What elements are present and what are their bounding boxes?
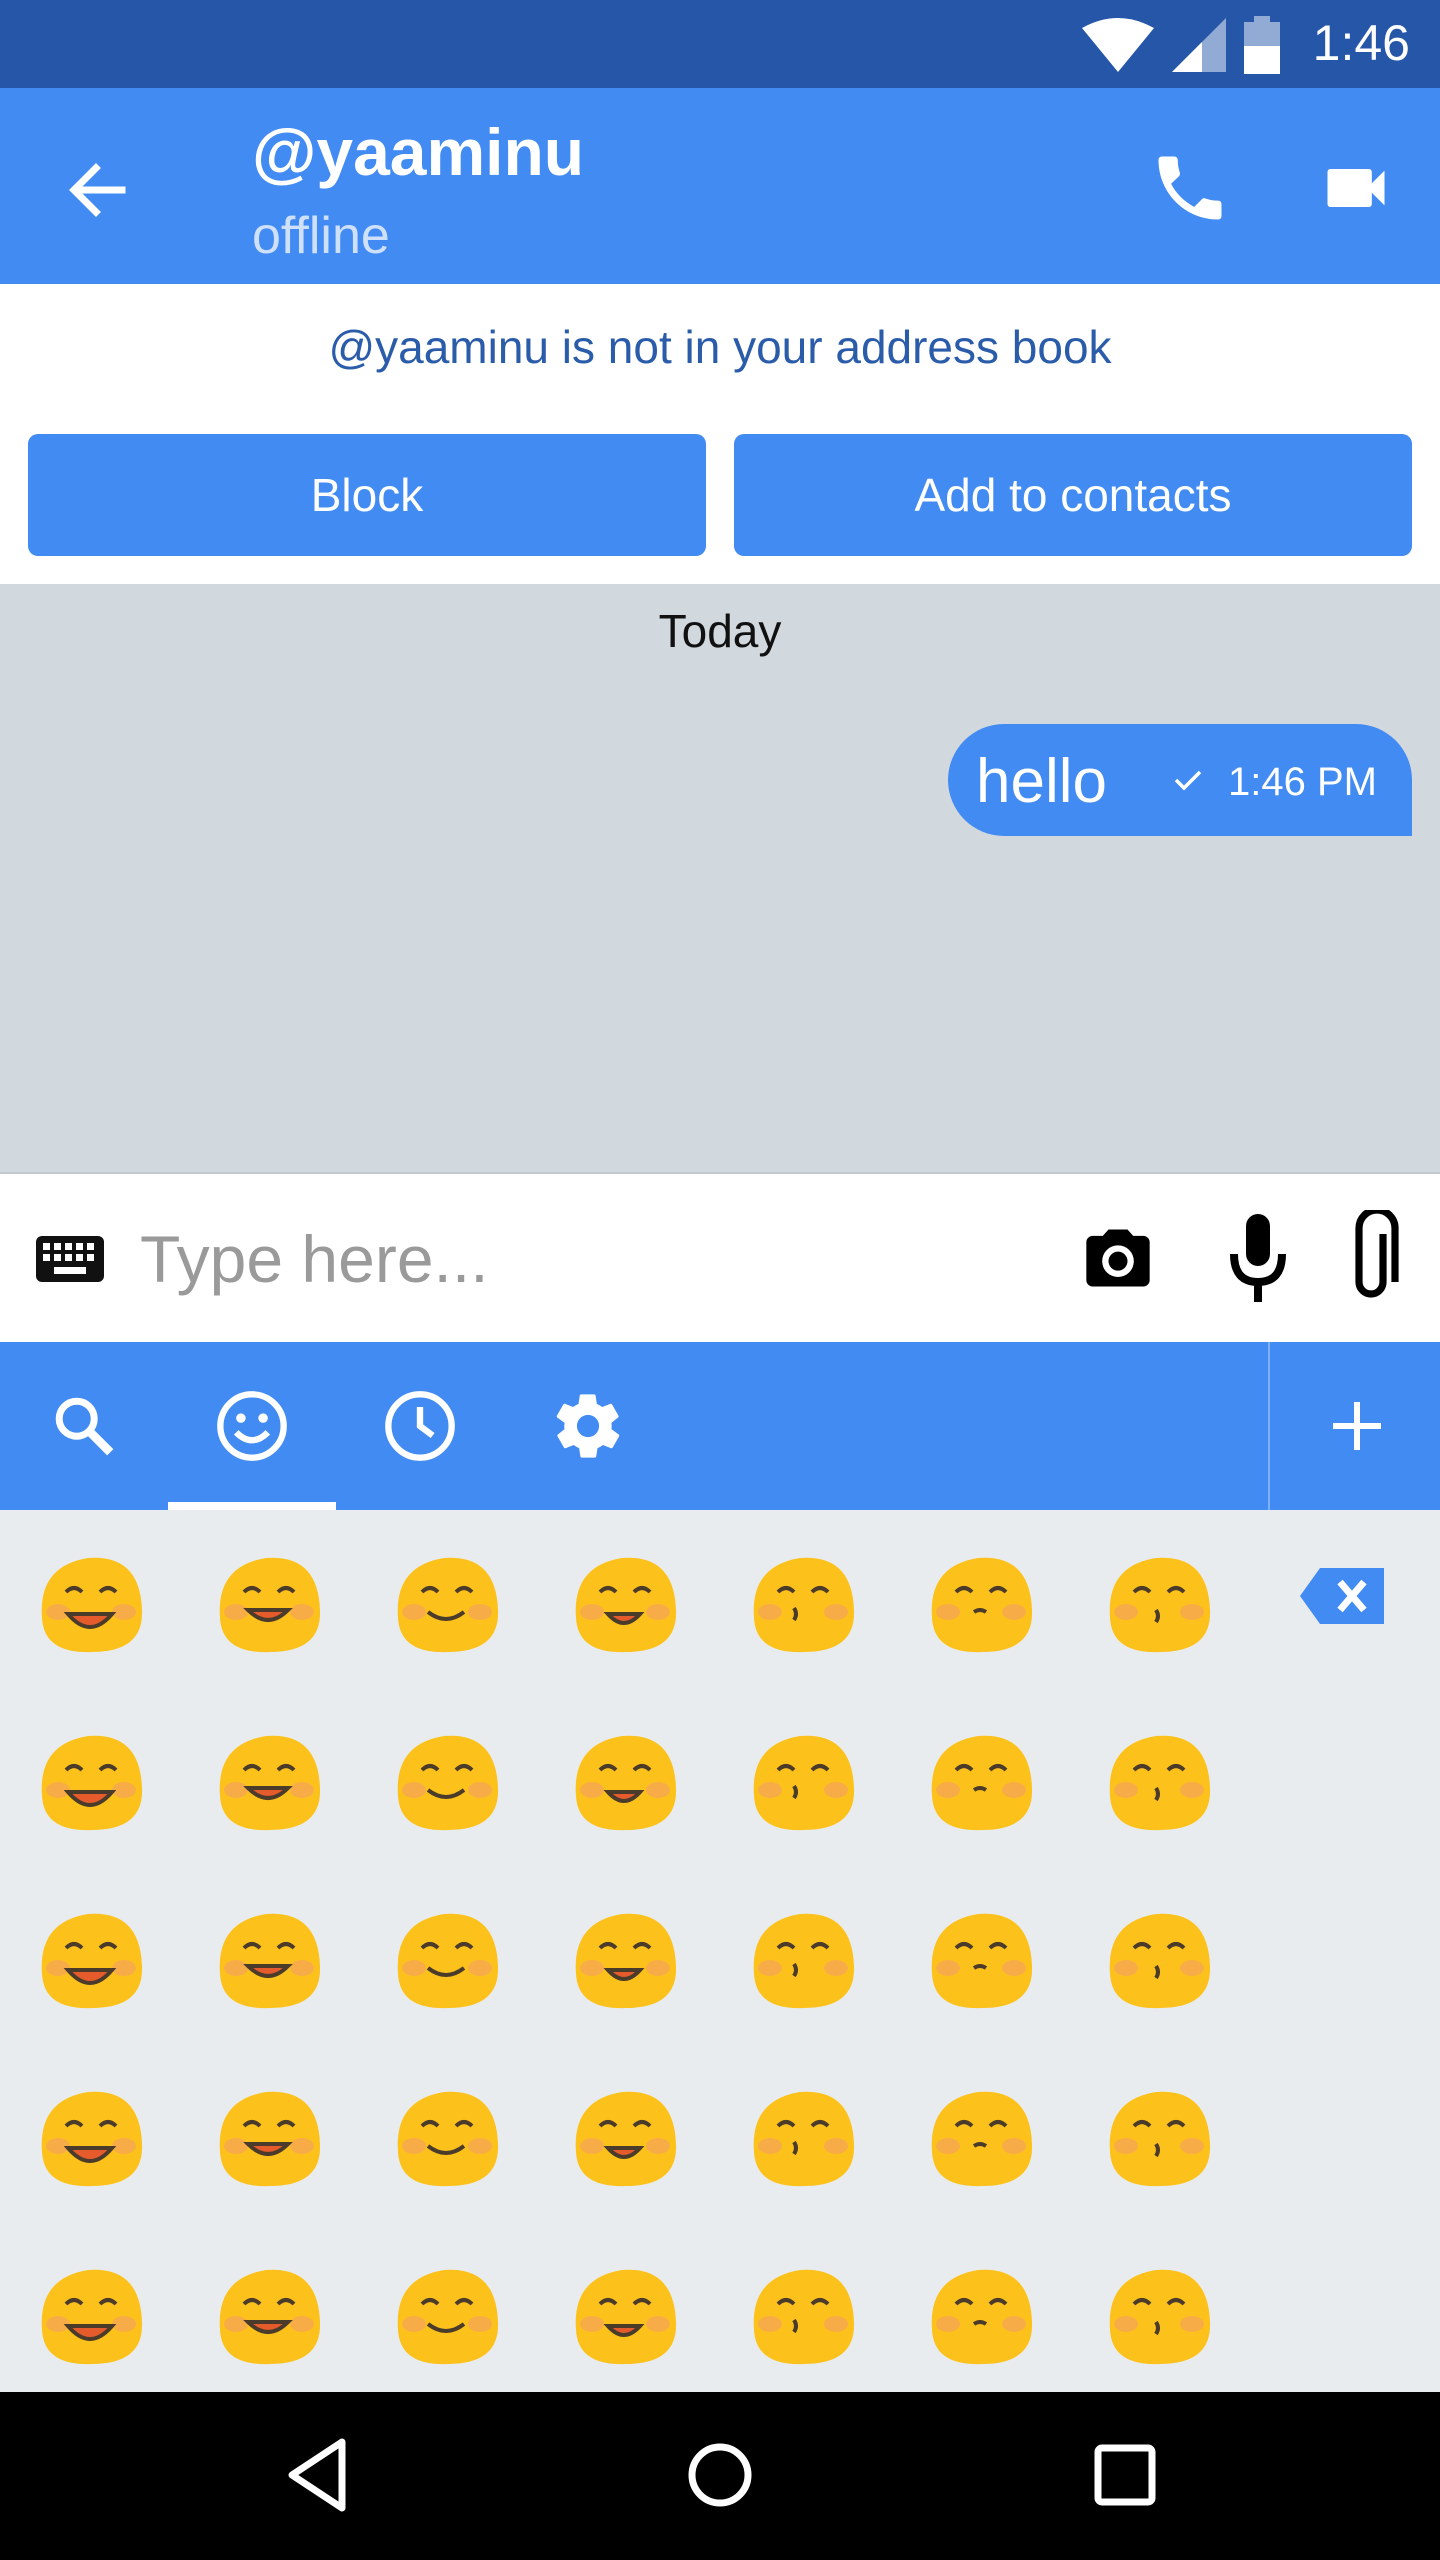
emoji-grid (0, 1510, 1440, 2392)
toolbar-divider (1268, 1342, 1270, 1510)
battery-icon (1244, 16, 1280, 74)
search-icon (55, 1397, 114, 1456)
kissing-closed-eyes-face[interactable] (920, 1548, 1040, 1658)
frowning-face[interactable] (920, 2260, 1040, 2370)
clock: 1:46 (1312, 15, 1410, 71)
fearful-face[interactable] (564, 1904, 684, 2014)
yum-face[interactable] (1098, 2082, 1218, 2192)
unamused-face[interactable] (742, 1726, 862, 1836)
disappointed-face[interactable] (920, 1726, 1040, 1836)
add-emoji-button[interactable] (1274, 1342, 1440, 1510)
wifi-icon (1082, 18, 1154, 72)
backspace-icon[interactable] (1298, 1564, 1388, 1628)
sunglasses-face[interactable] (208, 2260, 328, 2370)
camera-icon[interactable] (1080, 1220, 1156, 1296)
tired-face[interactable] (1098, 1904, 1218, 2014)
heart-eyes-face[interactable] (564, 1548, 684, 1658)
add-to-contacts-button[interactable]: Add to contacts (734, 434, 1412, 556)
app-bar: @yaaminu offline (0, 88, 1440, 284)
keyboard-icon[interactable] (34, 1222, 106, 1294)
contact-name: @yaaminu (252, 115, 585, 189)
gear-icon (556, 1394, 620, 1458)
smiley-icon (217, 1391, 287, 1461)
angry-face[interactable] (386, 2082, 506, 2192)
block-button[interactable]: Block (28, 434, 706, 556)
status-bar: 1:46 (0, 0, 1440, 88)
sweat-face[interactable] (742, 1904, 862, 2014)
date-divider: Today (658, 605, 782, 657)
nav-back-icon[interactable] (272, 2430, 362, 2520)
winking-tongue-face[interactable] (920, 2082, 1040, 2192)
notice-message: @yaaminu is not in your address book (328, 321, 1112, 373)
signal-icon (1172, 18, 1226, 72)
tab-smileys[interactable] (168, 1342, 336, 1510)
plus-icon (1333, 1402, 1381, 1450)
unknown-contact-notice: @yaaminu is not in your address book Blo… (0, 284, 1440, 584)
outgoing-message-bubble[interactable]: hello 1:46 PM (948, 724, 1412, 836)
mask-face[interactable] (30, 2260, 150, 2370)
message-input[interactable] (140, 1214, 1020, 1304)
clock-icon (385, 1391, 455, 1461)
contact-status: offline (252, 207, 390, 265)
tab-search[interactable] (0, 1342, 168, 1510)
kissing-heart-face[interactable] (742, 1548, 862, 1658)
worried-face[interactable] (920, 1904, 1040, 2014)
sad-sweat-face[interactable] (386, 1904, 506, 2014)
message-list[interactable]: Today hello 1:46 PM (0, 584, 1440, 1174)
video-camera-icon[interactable] (1318, 150, 1394, 226)
screaming-face[interactable] (208, 2082, 328, 2192)
sent-check-icon (1174, 770, 1202, 791)
smiling-face[interactable] (208, 1548, 328, 1658)
laughing-face[interactable] (30, 1548, 150, 1658)
dizzy-face[interactable] (564, 2260, 684, 2370)
attachment-icon[interactable] (1340, 1210, 1402, 1306)
message-text: hello (976, 747, 1107, 816)
relieved-face[interactable] (208, 1726, 328, 1836)
message-time: 1:46 PM (1228, 760, 1377, 804)
tab-settings[interactable] (504, 1342, 672, 1510)
anguished-face[interactable] (1098, 2260, 1218, 2370)
back-arrow-icon[interactable] (58, 150, 138, 230)
tongue-face[interactable] (30, 1726, 150, 1836)
message-composer (0, 1174, 1440, 1342)
cold-sweat-face[interactable] (30, 2082, 150, 2192)
persevering-face[interactable] (1098, 1726, 1218, 1836)
open-mouth-face[interactable] (742, 2260, 862, 2370)
joy-tears-face[interactable] (208, 1904, 328, 2014)
emoji-toolbar (0, 1342, 1440, 1510)
blushing-face[interactable] (386, 1548, 506, 1658)
kissing-face[interactable] (1098, 1548, 1218, 1658)
nav-home-icon[interactable] (675, 2430, 765, 2520)
microphone-icon[interactable] (1226, 1214, 1290, 1302)
sleepy-face[interactable] (564, 1726, 684, 1836)
phone-icon[interactable] (1148, 146, 1232, 230)
tab-recent[interactable] (336, 1342, 504, 1510)
nav-recents-icon[interactable] (1080, 2430, 1170, 2520)
sleeping-face[interactable] (386, 2260, 506, 2370)
grinning-teeth-face[interactable] (386, 1726, 506, 1836)
triumph-face[interactable] (742, 2082, 862, 2192)
system-nav-bar (0, 2392, 1440, 2560)
crying-face[interactable] (30, 1904, 150, 2014)
pouting-face[interactable] (564, 2082, 684, 2192)
